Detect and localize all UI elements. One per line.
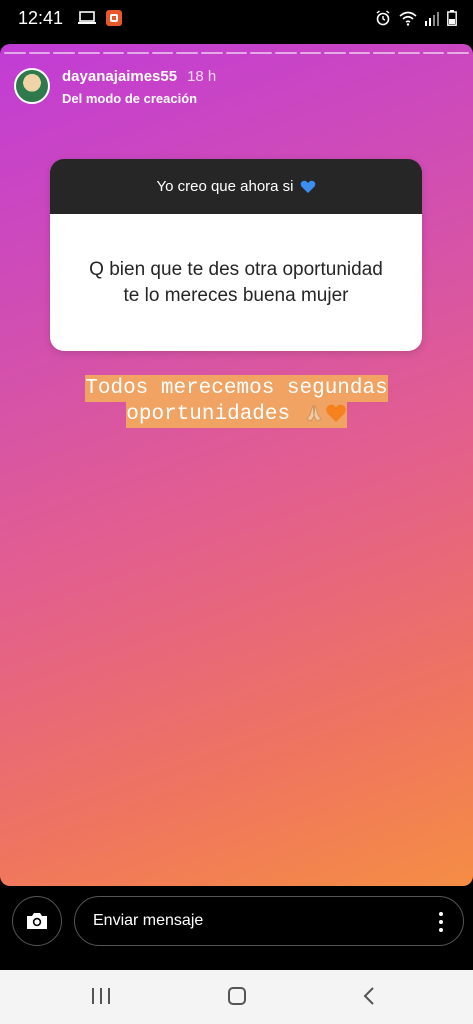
story-header[interactable]: dayanajaimes55 18 h Del modo de creación [14, 68, 216, 106]
status-left-icons [78, 10, 122, 26]
question-sticker: Yo creo que ahora si Q bien que te des o… [50, 159, 422, 351]
laptop-icon [78, 11, 96, 24]
alarm-icon [376, 10, 390, 26]
reply-bar: Enviar mensaje [0, 886, 473, 966]
question-answer: Q bien que te des otra oportunidad te lo… [50, 214, 422, 351]
progress-segment [348, 52, 371, 54]
status-bar: 12:41 [0, 0, 473, 36]
progress-segment [225, 52, 248, 54]
praying-hands-icon [306, 405, 322, 422]
camera-button[interactable] [12, 896, 62, 946]
progress-segment [28, 52, 51, 54]
time-ago: 18 h [187, 68, 217, 85]
message-placeholder: Enviar mensaje [93, 912, 204, 929]
battery-icon [447, 10, 457, 26]
progress-segment [398, 52, 420, 54]
progress-segment [77, 52, 100, 54]
back-icon[interactable] [362, 986, 376, 1006]
progress-segment [53, 52, 75, 54]
progress-segment [274, 52, 297, 54]
progress-segment [176, 52, 198, 54]
story-view[interactable]: dayanajaimes55 18 h Del modo de creación… [0, 44, 473, 886]
story-progress-bar [4, 52, 469, 54]
progress-segment [422, 52, 445, 54]
orange-heart-icon [325, 405, 346, 423]
progress-segment [299, 52, 322, 54]
blue-heart-icon [300, 180, 315, 193]
progress-segment [151, 52, 174, 54]
more-options-icon[interactable] [439, 912, 443, 932]
progress-segment [201, 52, 223, 54]
question-header: Yo creo que ahora si [50, 159, 422, 214]
progress-segment [324, 52, 346, 54]
progress-segment [102, 52, 125, 54]
progress-segment [127, 52, 149, 54]
status-right-icons [375, 10, 457, 26]
wifi-icon [399, 11, 417, 26]
story-caption: Todos merecemos segundas oportunidades [0, 375, 473, 428]
username[interactable]: dayanajaimes55 [62, 68, 177, 85]
progress-segment [447, 52, 469, 54]
question-prompt: Yo creo que ahora si [156, 178, 294, 195]
status-time: 12:41 [18, 8, 64, 28]
progress-segment [373, 52, 395, 54]
avatar[interactable] [14, 68, 50, 104]
story-subtitle[interactable]: Del modo de creación [62, 91, 216, 106]
home-icon[interactable] [228, 987, 246, 1005]
camera-icon [27, 913, 47, 929]
recent-apps-icon[interactable] [92, 988, 110, 1004]
signal-icon [425, 12, 439, 26]
message-input[interactable]: Enviar mensaje [74, 896, 464, 946]
app-notification-icon [106, 10, 122, 26]
progress-segment [4, 52, 26, 54]
progress-segment [250, 52, 272, 54]
system-nav-bar [0, 970, 473, 1024]
